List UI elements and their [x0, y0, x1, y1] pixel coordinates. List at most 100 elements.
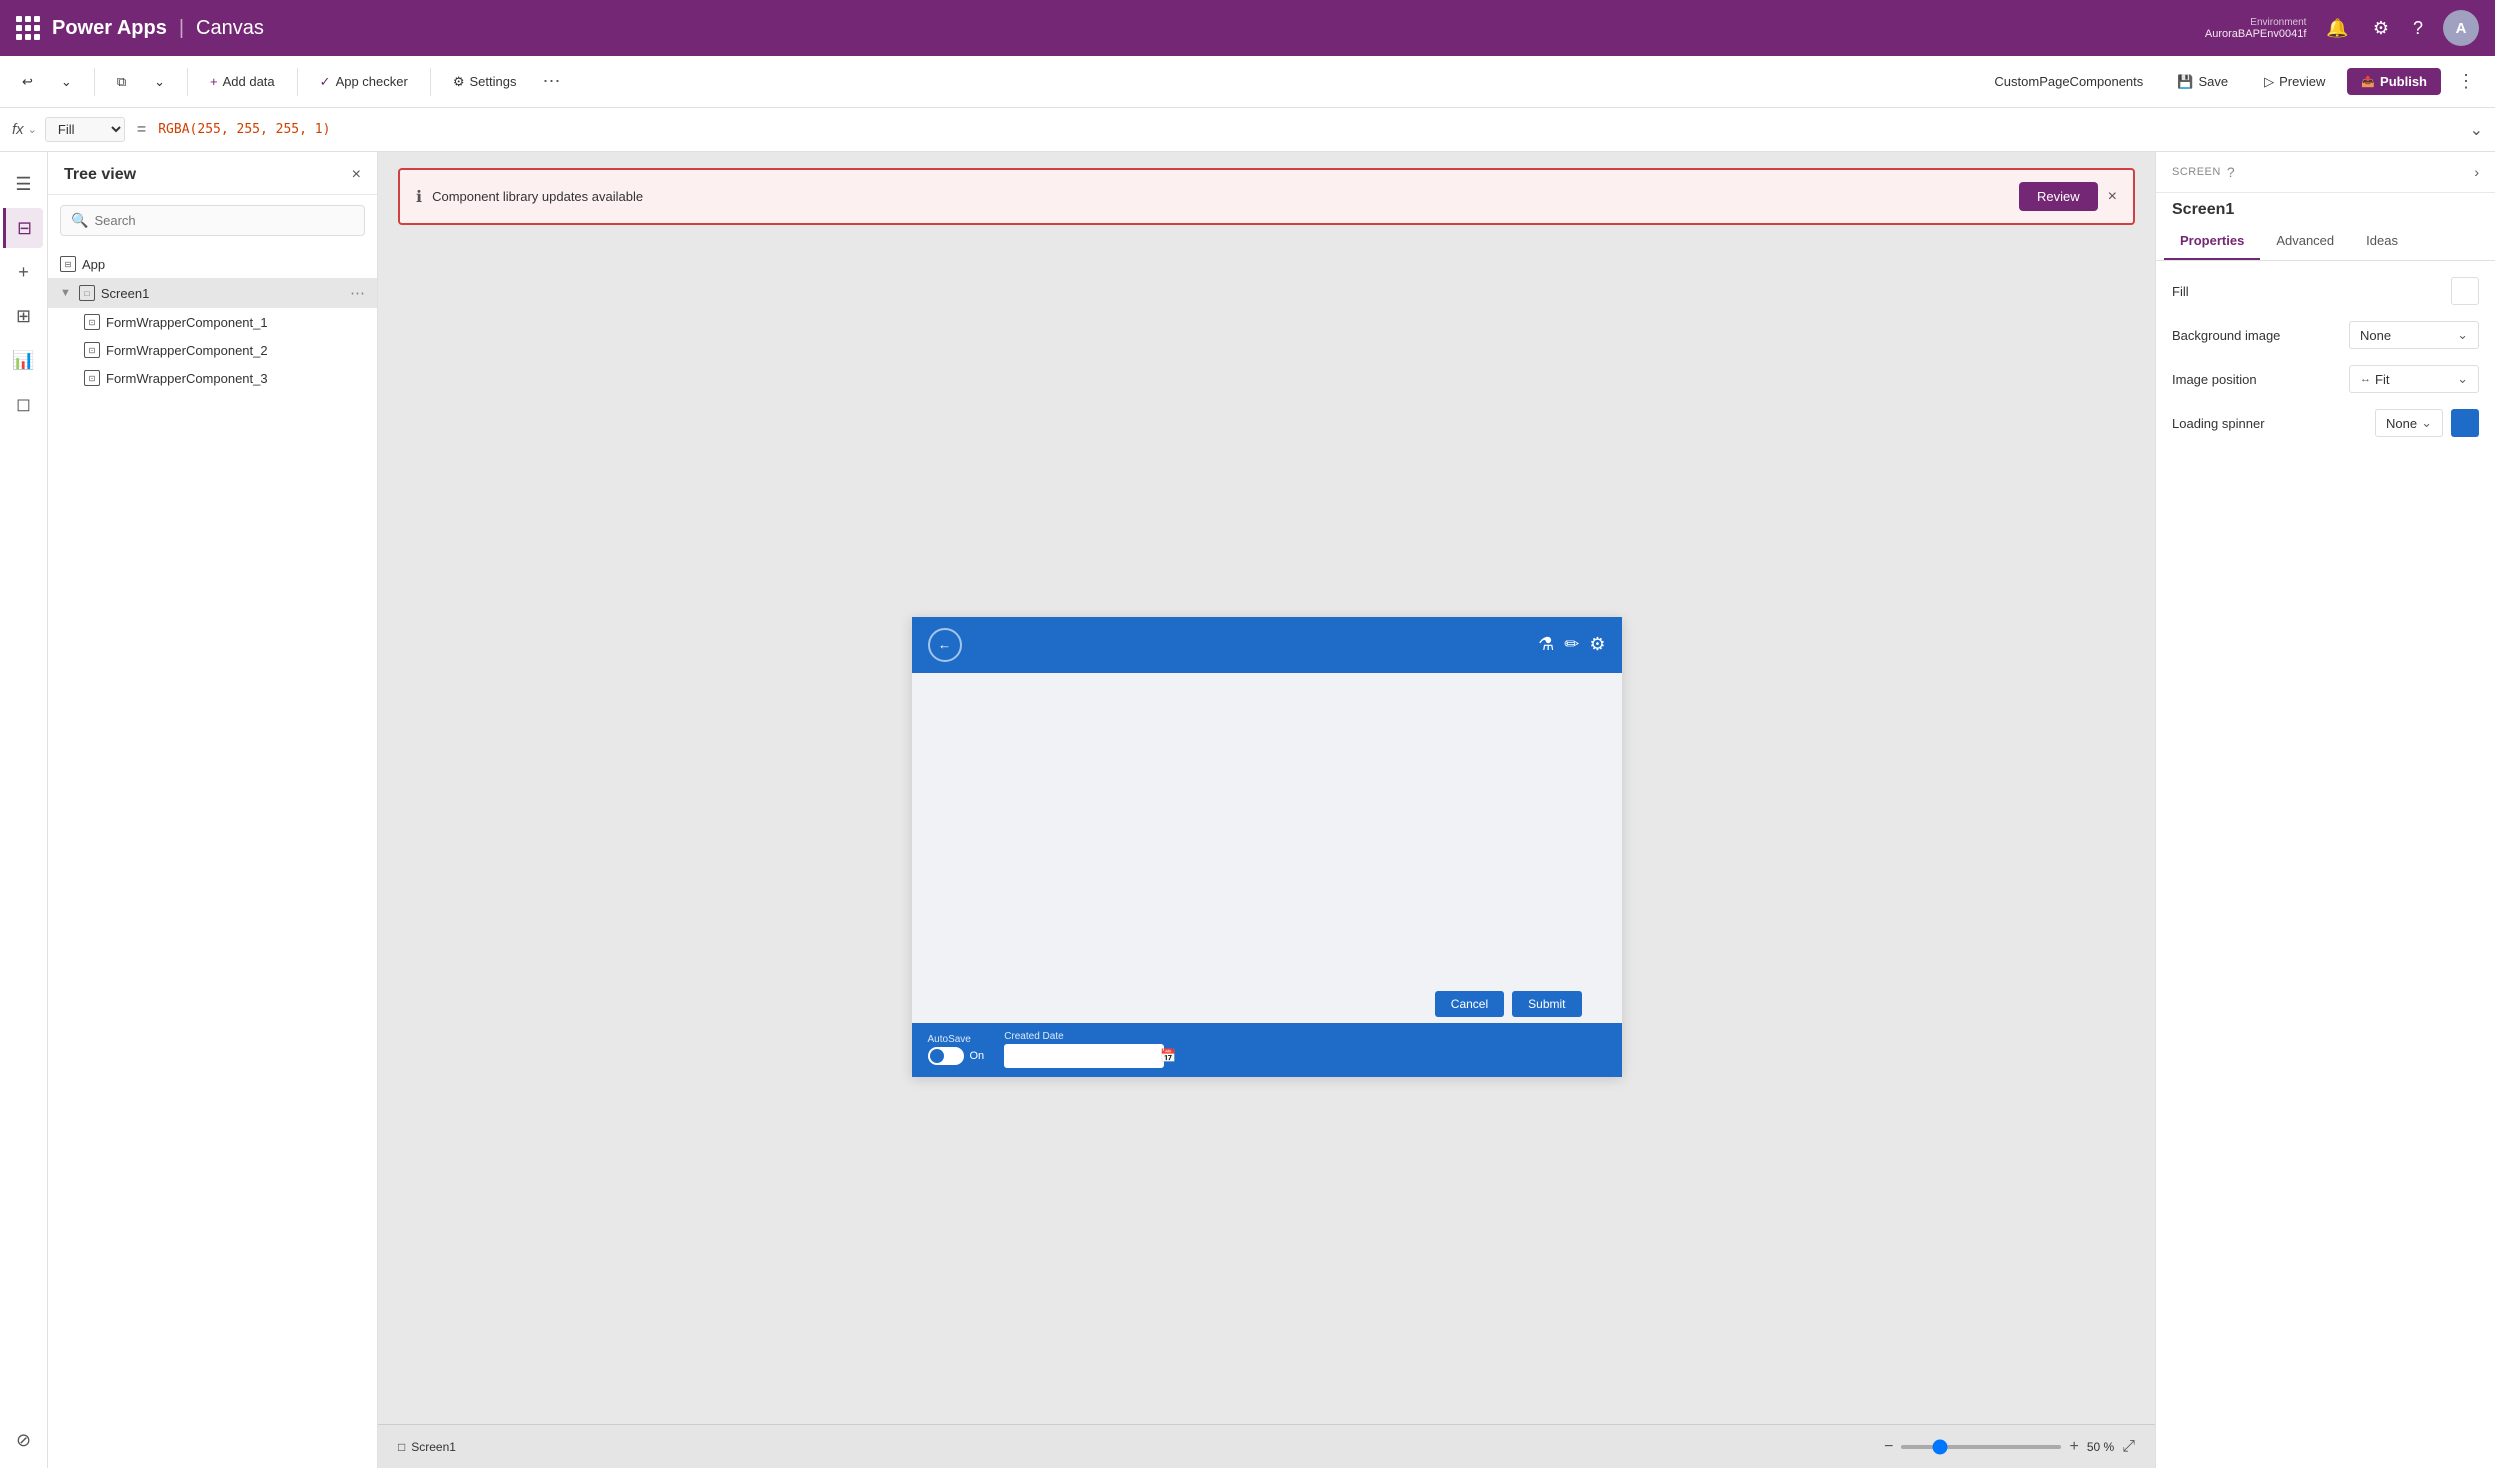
zoom-slider[interactable]	[1901, 1445, 2061, 1449]
canvas-edit-icon[interactable]: ✏	[1564, 634, 1579, 655]
loading-spinner-dropdown[interactable]: None ⌄	[2375, 409, 2443, 437]
property-dropdown[interactable]: Fill	[45, 117, 125, 142]
canvas-date-input[interactable]	[1012, 1050, 1154, 1062]
form1-label: FormWrapperComponent_1	[106, 315, 268, 330]
toolbar-divider-2	[187, 68, 188, 96]
publish-button[interactable]: 📤 Publish	[2347, 68, 2441, 95]
preview-icon: ▷	[2264, 74, 2274, 90]
avatar[interactable]: A	[2443, 10, 2479, 46]
tree-item-screen1[interactable]: ▼ □ Screen1 ⋯	[48, 278, 377, 308]
app-subtitle: Canvas	[196, 17, 264, 40]
undo-button[interactable]: ↩	[12, 68, 43, 96]
form2-icon: ⊡	[84, 342, 100, 358]
notification-text: Component library updates available	[432, 189, 2009, 204]
canvas-submit-button[interactable]: Submit	[1512, 991, 1581, 1017]
zoom-out-button[interactable]: −	[1884, 1438, 1893, 1456]
app-checker-button[interactable]: ✓ App checker	[310, 68, 418, 96]
canvas-date-field: Created Date 📅	[1004, 1031, 1164, 1068]
spinner-dropdown-chevron-icon: ⌄	[2421, 415, 2432, 431]
tree-item-app[interactable]: ⊟ App	[48, 250, 377, 278]
calendar-icon[interactable]: 📅	[1160, 1048, 1176, 1064]
toggle-on-label: On	[970, 1050, 985, 1062]
formula-expand-icon[interactable]: ⌄	[2470, 120, 2483, 140]
notification-bell-icon[interactable]: 🔔	[2322, 14, 2352, 43]
tree-item-form1[interactable]: ⊡ FormWrapperComponent_1	[48, 308, 377, 336]
tab-advanced[interactable]: Advanced	[2260, 223, 2350, 260]
screen-name-status: Screen1	[411, 1440, 456, 1454]
sidebar-analytics-icon[interactable]: 📊	[4, 340, 44, 380]
canvas-filter-icon[interactable]: ⚗	[1538, 634, 1554, 655]
search-input[interactable]	[94, 213, 354, 228]
canvas-status-bar: □ Screen1 − + 50 % ⤢	[378, 1424, 2155, 1468]
copy-dropdown-button[interactable]: ⌄	[144, 68, 175, 96]
sidebar-menu-icon[interactable]: ☰	[4, 164, 44, 204]
canvas-gear-icon[interactable]: ⚙	[1589, 634, 1605, 655]
fill-color-swatch[interactable]	[2451, 277, 2479, 305]
notification-close-button[interactable]: ×	[2108, 188, 2117, 206]
background-image-label: Background image	[2172, 328, 2280, 343]
right-panel-screen-name: Screen1	[2156, 193, 2495, 223]
environment-label: Environment	[2250, 17, 2306, 28]
copy-button[interactable]: ⧉	[107, 68, 136, 96]
help-icon[interactable]: ?	[2409, 14, 2427, 43]
right-panel-tabs: Properties Advanced Ideas	[2156, 223, 2495, 261]
zoom-in-button[interactable]: +	[2069, 1438, 2078, 1456]
loading-color-swatch[interactable]	[2451, 409, 2479, 437]
expand-button[interactable]: ⤢	[2122, 1438, 2135, 1456]
fit-icon: ↔	[2360, 373, 2371, 385]
canvas-autosave-field: AutoSave On	[928, 1034, 985, 1065]
settings-icon[interactable]: ⚙	[2369, 14, 2393, 43]
waffle-icon[interactable]	[16, 16, 40, 40]
canvas-back-button[interactable]: ←	[928, 628, 962, 662]
fill-property-row: Fill	[2172, 277, 2479, 305]
app-icon: ⊟	[60, 256, 76, 272]
tree-item-form2[interactable]: ⊡ FormWrapperComponent_2	[48, 336, 377, 364]
toggle-thumb	[930, 1049, 944, 1063]
save-label: Save	[2198, 74, 2228, 89]
tree-close-button[interactable]: ×	[352, 166, 361, 184]
tree-item-form3[interactable]: ⊡ FormWrapperComponent_3	[48, 364, 377, 392]
undo-dropdown-button[interactable]: ⌄	[51, 68, 82, 96]
autosave-toggle[interactable]	[928, 1047, 964, 1065]
image-position-dropdown[interactable]: ↔ Fit ⌄	[2349, 365, 2479, 393]
tree-title: Tree view	[64, 166, 136, 184]
canvas-cancel-button[interactable]: Cancel	[1435, 991, 1504, 1017]
sidebar-layers-icon[interactable]: ⊟	[3, 208, 43, 248]
save-button[interactable]: 💾 Save	[2163, 68, 2242, 96]
canvas-content-area	[912, 673, 1622, 1023]
preview-button[interactable]: ▷ Preview	[2250, 68, 2339, 96]
notification-info-icon: ℹ	[416, 187, 422, 207]
screen-help-icon[interactable]: ?	[2227, 164, 2235, 180]
sidebar-data-icon[interactable]: ⊞	[4, 296, 44, 336]
app-label: App	[82, 257, 105, 272]
preview-label: Preview	[2279, 74, 2325, 89]
sidebar-icons: ☰ ⊟ + ⊞ 📊 ◻ ⊘	[0, 152, 48, 1468]
formula-chevron-icon: ⌄	[28, 123, 37, 136]
tab-properties[interactable]: Properties	[2164, 223, 2260, 260]
screen1-more-icon[interactable]: ⋯	[350, 284, 365, 302]
add-data-button[interactable]: + Add data	[200, 68, 285, 95]
background-image-dropdown[interactable]: None ⌄	[2349, 321, 2479, 349]
panel-expand-icon[interactable]: ›	[2474, 164, 2479, 180]
background-image-value: None	[2360, 328, 2391, 343]
search-box: 🔍	[60, 205, 365, 236]
tab-ideas[interactable]: Ideas	[2350, 223, 2414, 260]
settings-button[interactable]: ⚙ Settings	[443, 68, 527, 96]
formula-input[interactable]: RGBA(255, 255, 255, 1)	[158, 122, 2461, 137]
formula-bar: fx ⌄ Fill = RGBA(255, 255, 255, 1) ⌄	[0, 108, 2495, 152]
waffle-menu[interactable]	[16, 16, 40, 40]
right-panel-properties: Fill Background image None ⌄ Image posit…	[2156, 261, 2495, 453]
notification-review-button[interactable]: Review	[2019, 182, 2098, 211]
toolbar-right-more-button[interactable]: ⋮	[2449, 67, 2483, 96]
right-panel-header: SCREEN ? ›	[2156, 152, 2495, 193]
screen-icon: □	[79, 285, 95, 301]
sidebar-components-icon[interactable]: ◻	[4, 384, 44, 424]
sidebar-variables-icon[interactable]: ⊘	[4, 1420, 44, 1460]
toolbar-more-button[interactable]: ⋯	[534, 67, 568, 96]
environment-info: Environment AuroraBAPEnv0041f	[2205, 17, 2307, 40]
sidebar-insert-icon[interactable]: +	[4, 252, 44, 292]
canvas-frame: ← ⚗ ✏ ⚙ Cancel Submit AutoS	[912, 617, 1622, 1077]
top-bar-right: Environment AuroraBAPEnv0041f 🔔 ⚙ ? A	[2205, 10, 2479, 46]
save-icon: 💾	[2177, 74, 2193, 90]
tree-header: Tree view ×	[48, 152, 377, 195]
